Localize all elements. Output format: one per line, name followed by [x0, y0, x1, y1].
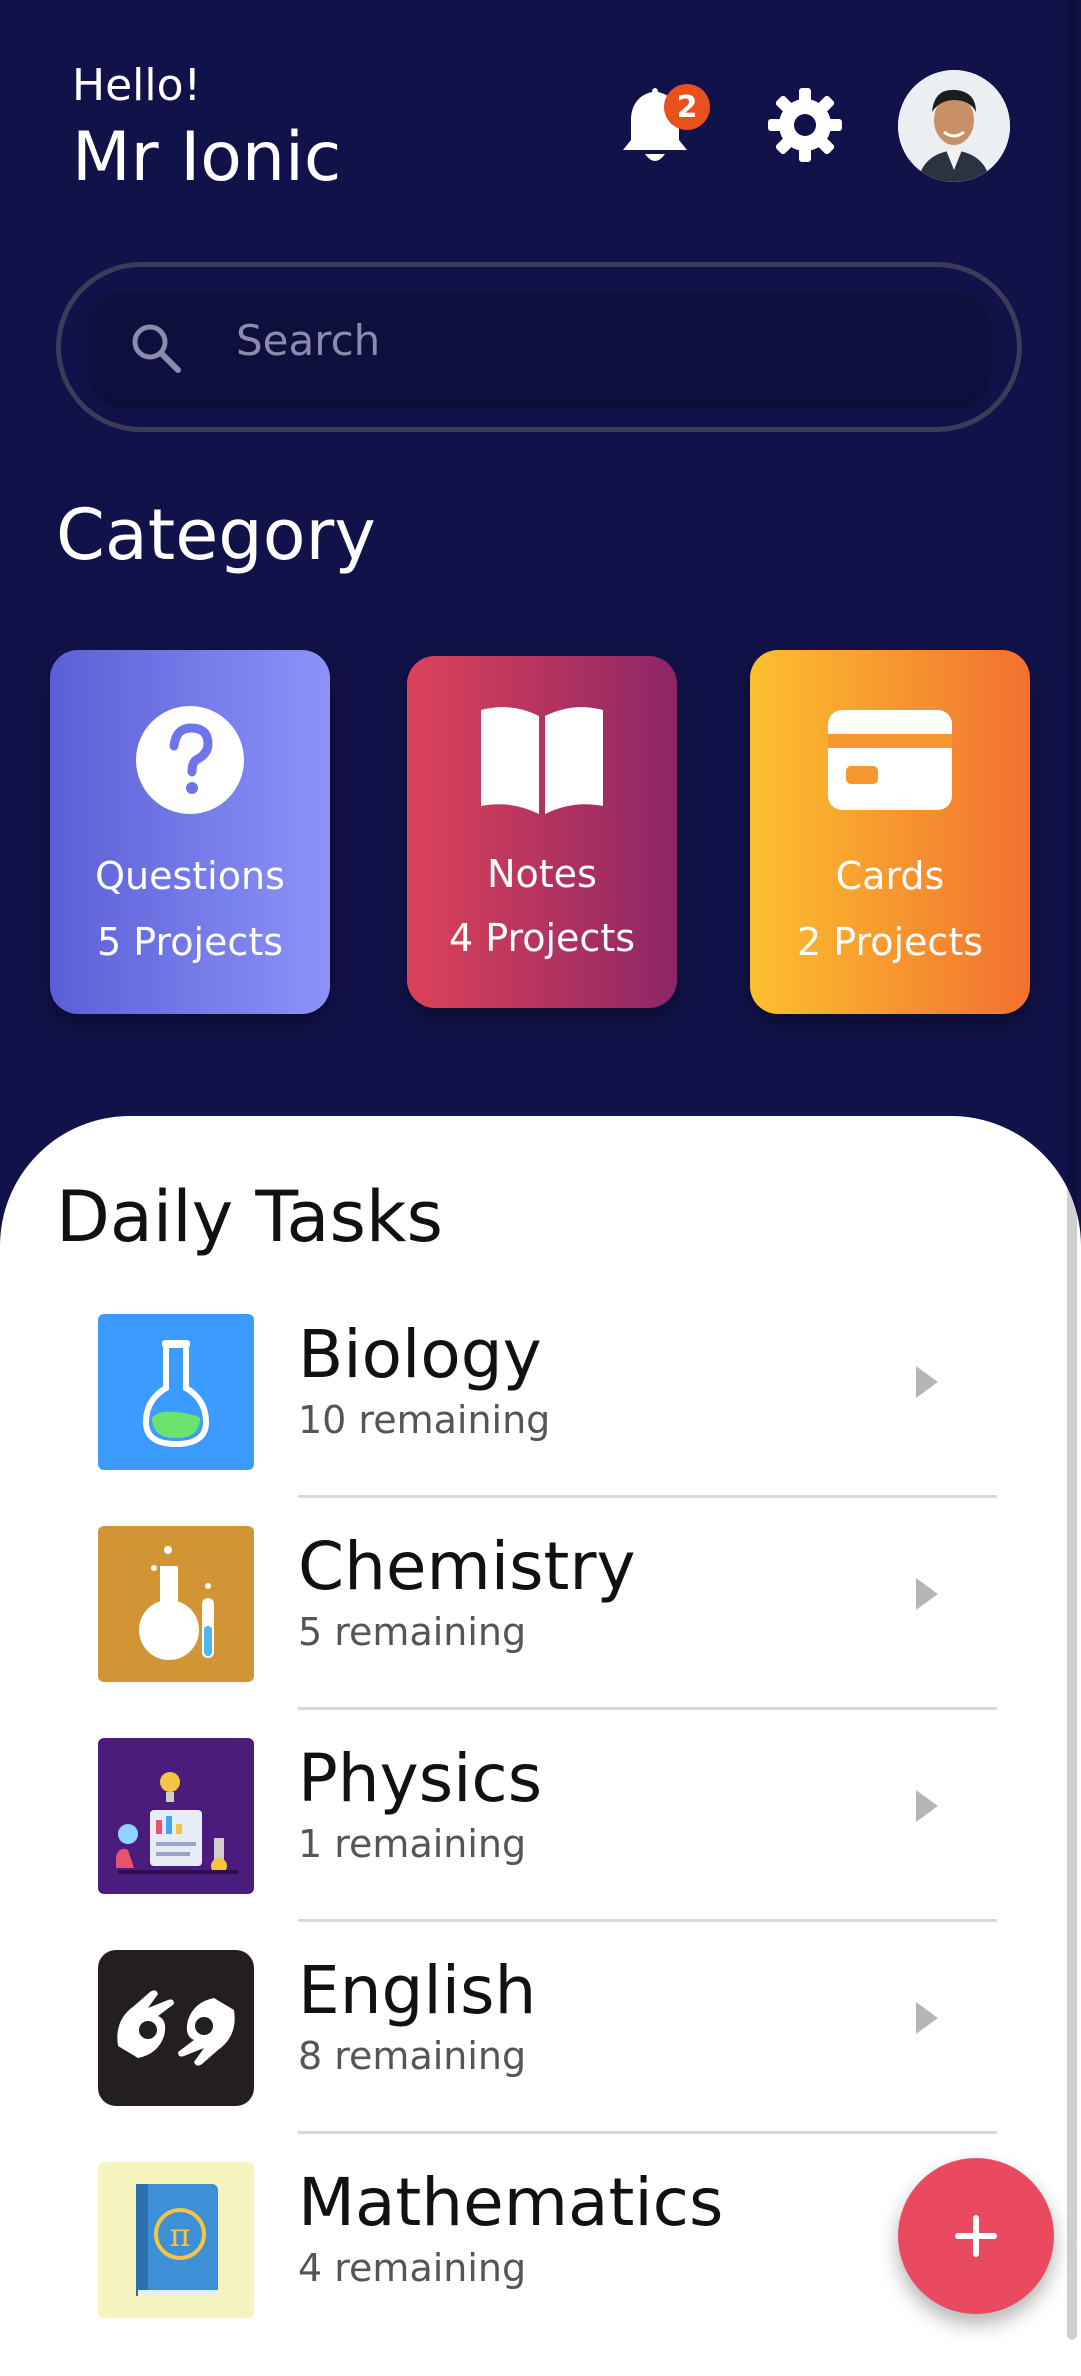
- svg-text:π: π: [169, 2216, 190, 2254]
- search-icon: [132, 324, 181, 373]
- task-item-physics[interactable]: Physics 1 remaining: [0, 1710, 1081, 1922]
- task-remaining: 10 remaining: [298, 1398, 551, 1442]
- task-name: Chemistry: [298, 1528, 636, 1605]
- credit-card-icon: [828, 710, 952, 810]
- pi-book-icon: π: [98, 2162, 254, 2318]
- card-count: 2 Projects: [796, 920, 984, 964]
- task-remaining: 5 remaining: [298, 1610, 527, 1654]
- task-item-chemistry[interactable]: Chemistry 5 remaining: [0, 1498, 1081, 1710]
- gear-icon[interactable]: [766, 86, 844, 164]
- card-label: Notes: [487, 852, 597, 896]
- flask-icon: [98, 1314, 254, 1470]
- chevron-right-icon: [916, 1578, 938, 1610]
- task-item-english[interactable]: English 8 remaining: [0, 1922, 1081, 2134]
- category-card-questions[interactable]: Questions 5 Projects: [50, 650, 330, 1014]
- daily-tasks-title: Daily Tasks: [56, 1176, 443, 1258]
- category-card-notes[interactable]: Notes 4 Projects: [407, 656, 677, 1008]
- card-count: 4 Projects: [448, 916, 636, 960]
- plus-icon: [955, 2215, 997, 2257]
- card-label: Cards: [835, 854, 945, 898]
- chevron-right-icon: [916, 2002, 938, 2034]
- task-name: Physics: [298, 1740, 543, 1817]
- add-task-button[interactable]: [898, 2158, 1054, 2314]
- task-name: Mathematics: [298, 2164, 724, 2241]
- task-remaining: 8 remaining: [298, 2034, 527, 2078]
- card-label: Questions: [95, 854, 285, 898]
- notification-badge: 2: [664, 84, 710, 130]
- chevron-right-icon: [916, 1366, 938, 1398]
- task-remaining: 1 remaining: [298, 1822, 527, 1866]
- category-card-cards[interactable]: Cards 2 Projects: [750, 650, 1030, 1014]
- search-input[interactable]: Search: [236, 316, 380, 365]
- search-bar[interactable]: [56, 262, 1022, 432]
- scrollbar[interactable]: [1067, 0, 1077, 2340]
- category-title: Category: [56, 494, 376, 576]
- chevron-right-icon: [916, 1790, 938, 1822]
- user-name: Mr Ionic: [72, 118, 342, 197]
- question-icon: [136, 706, 244, 814]
- lab-flask-icon: [98, 1526, 254, 1682]
- science-lab-icon: [98, 1738, 254, 1894]
- sign-language-icon: [98, 1950, 254, 2106]
- task-item-biology[interactable]: Biology 10 remaining: [0, 1286, 1081, 1498]
- greeting-text: Hello!: [72, 60, 202, 111]
- task-name: English: [298, 1952, 537, 2029]
- open-book-icon: [481, 707, 603, 814]
- user-avatar[interactable]: [898, 70, 1010, 182]
- card-count: 5 Projects: [96, 920, 284, 964]
- task-name: Biology: [298, 1316, 542, 1393]
- task-remaining: 4 remaining: [298, 2246, 527, 2290]
